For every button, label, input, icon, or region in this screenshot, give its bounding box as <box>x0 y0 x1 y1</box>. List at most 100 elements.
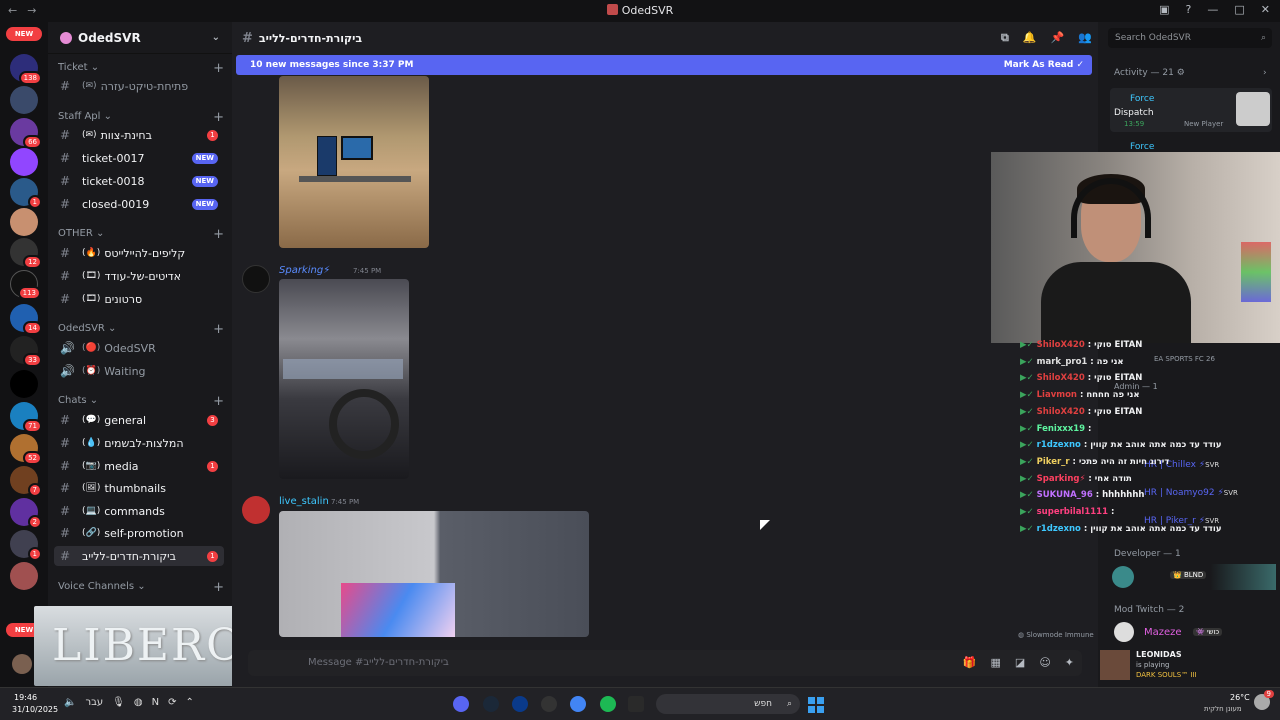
new-messages-bar[interactable]: 10 new messages since 3:37 PM Mark As Re… <box>236 55 1092 75</box>
threads-icon[interactable]: ⧉ <box>1001 31 1009 45</box>
sync-icon[interactable]: ⟳ <box>168 697 176 708</box>
category-chats[interactable]: Chats ⌄ + <box>58 394 224 409</box>
channel-clips[interactable]: # (🔥) קליפים-להיילייטס <box>54 243 224 263</box>
channel-general[interactable]: # (💬) general 3 <box>54 410 224 430</box>
maximize-button[interactable]: □ <box>1234 3 1244 16</box>
app-taskbar-icon[interactable] <box>512 696 528 712</box>
server-icon[interactable]: 12 <box>10 238 42 269</box>
channel-recommendations[interactable]: # (💧) המלצות-לבשמים <box>54 433 224 453</box>
apps-icon[interactable]: ✦ <box>1065 650 1074 676</box>
channel-videos[interactable]: # (🎞) סרטונים <box>54 289 224 309</box>
app-taskbar-icon[interactable] <box>541 696 557 712</box>
channel-edits[interactable]: # (🎞) אדיטים-של-עודד <box>54 266 224 286</box>
mic-icon[interactable]: 🎙 <box>112 697 125 708</box>
server-icon[interactable]: 7 <box>10 466 42 497</box>
inbox-icon[interactable]: ▣ <box>1159 3 1169 16</box>
gift-icon[interactable]: 🎁 <box>963 650 977 676</box>
speaker-icon[interactable]: 🔈 <box>64 697 76 708</box>
category-voice[interactable]: Voice Channels ⌄ + <box>58 580 224 595</box>
add-channel-icon[interactable]: + <box>213 394 224 409</box>
channel-commands[interactable]: # (💻) commands <box>54 501 224 521</box>
activity-header[interactable]: Activity — 21 ⚙ › <box>1114 68 1267 78</box>
add-channel-icon[interactable]: + <box>213 322 224 337</box>
twitch-server-icon[interactable] <box>10 148 38 176</box>
sticker-icon[interactable]: ◪ <box>1015 650 1025 676</box>
search-input[interactable]: Search OdedSVR ⌕ <box>1108 28 1272 48</box>
message-author[interactable]: Sparking⚡ <box>279 265 330 276</box>
members-icon[interactable]: 👥 <box>1078 31 1092 45</box>
attachment-video[interactable] <box>279 279 409 479</box>
attachment-image[interactable] <box>279 511 589 637</box>
notion-icon[interactable]: N <box>152 697 159 708</box>
new-pill[interactable]: NEW <box>6 27 42 41</box>
server-icon[interactable]: 14 <box>10 304 42 335</box>
channel-room-review[interactable]: # ביקורת-חדרים-ללייב 1 <box>54 546 224 566</box>
message-input[interactable]: Message #ביקורת-חדרים-ללייב 🎁 ▦ ◪ ☺ ✦ <box>248 650 1082 676</box>
category-odedsvr[interactable]: OdedSVR ⌄ + <box>58 322 224 337</box>
avatar[interactable] <box>242 496 270 524</box>
discord-taskbar-icon[interactable] <box>453 696 469 712</box>
add-channel-icon[interactable]: + <box>213 227 224 242</box>
voice-channel-odedsvr[interactable]: 🔊 (🔴) OdedSVR <box>54 338 224 358</box>
add-channel-icon[interactable]: + <box>213 110 224 125</box>
pin-icon[interactable]: 📌 <box>1051 31 1065 45</box>
server-icon[interactable]: 113 <box>10 270 41 300</box>
message-author[interactable]: live_stalin <box>279 496 329 507</box>
add-channel-icon[interactable]: + <box>213 580 224 595</box>
channel-team-review[interactable]: # (✉) בחינת-צוות 1 <box>54 125 224 145</box>
mod-member[interactable]: Mazeze <box>1144 627 1182 638</box>
channel-thumbnails[interactable]: # (🖼) thumbnails <box>54 478 224 498</box>
chat-text: : hhhhhhh <box>1092 490 1145 501</box>
add-channel-icon[interactable]: + <box>213 61 224 76</box>
weather-icon[interactable]: 9 <box>1254 690 1274 710</box>
emoji-icon[interactable]: ☺ <box>1039 650 1050 676</box>
attachment-image[interactable] <box>279 76 429 248</box>
server-icon[interactable]: 33 <box>10 336 42 367</box>
spotify-taskbar-icon[interactable] <box>600 696 616 712</box>
bell-icon[interactable]: 🔔 <box>1023 31 1037 45</box>
channel-ticket-open[interactable]: # (✉) פתיחת-טיקט-עזרה <box>54 76 224 96</box>
channel-ticket-0017[interactable]: # ticket-0017 NEW <box>54 148 224 168</box>
server-icon[interactable]: 1 <box>10 178 42 209</box>
category-ticket[interactable]: Ticket ⌄ + <box>58 61 224 76</box>
albion-server-icon[interactable] <box>10 370 38 398</box>
server-icon[interactable]: 52 <box>10 434 42 465</box>
channel-closed-0019[interactable]: # closed-0019 NEW <box>54 194 224 214</box>
category-other[interactable]: OTHER ⌄ + <box>58 227 224 242</box>
server-icon[interactable] <box>10 86 38 114</box>
network-icon[interactable]: ◍ <box>134 697 143 708</box>
gif-icon[interactable]: ▦ <box>991 650 1001 676</box>
server-icon[interactable]: 138 <box>10 54 42 85</box>
stream-chat-line: ▶✓ r1dzexno : עודד עד כמה אתה אוהב את קו… <box>1020 440 1222 450</box>
minimize-button[interactable]: — <box>1207 3 1218 16</box>
chevron-up-icon[interactable]: ⌃ <box>185 697 193 708</box>
channel-ticket-0018[interactable]: # ticket-0018 NEW <box>54 171 224 191</box>
user-avatar[interactable] <box>12 654 32 674</box>
developer-member[interactable]: 👑 BLND <box>1112 564 1276 590</box>
files-taskbar-icon[interactable] <box>628 696 644 712</box>
activity-card[interactable]: Force Dispatch 13:59 New Player <box>1110 88 1272 132</box>
avatar[interactable] <box>242 265 270 293</box>
server-header[interactable]: OdedSVR ⌄ <box>48 22 232 54</box>
steam-taskbar-icon[interactable] <box>483 696 499 712</box>
server-icon[interactable]: 2 <box>10 498 42 529</box>
mark-as-read-button[interactable]: Mark As Read ✓ <box>1004 55 1084 75</box>
member-hr2[interactable]: HR | Noamyo92 ⚡SVR <box>1144 488 1238 498</box>
category-staff[interactable]: Staff Apl ⌄ + <box>58 110 224 125</box>
voice-channel-waiting[interactable]: 🔊 (⏰) Waiting <box>54 361 224 381</box>
channel-self-promotion[interactable]: # (🔗) self-promotion <box>54 523 224 543</box>
server-icon[interactable]: 71 <box>10 402 42 433</box>
now-playing-card[interactable]: LEONIDAS is playing DARK SOULS™ III <box>1098 648 1280 684</box>
channel-media[interactable]: # (📷) media 1 <box>54 456 224 476</box>
help-icon[interactable]: ? <box>1186 3 1192 16</box>
windows-start-icon[interactable] <box>808 697 824 713</box>
server-icon[interactable]: 66 <box>10 118 42 149</box>
close-button[interactable]: ✕ <box>1261 3 1270 16</box>
server-icon[interactable] <box>10 208 38 236</box>
avatar[interactable] <box>1114 622 1134 642</box>
server-icon[interactable] <box>10 562 38 590</box>
server-icon[interactable]: 1 <box>10 530 42 561</box>
chrome-taskbar-icon[interactable] <box>570 696 586 712</box>
lang-indicator[interactable]: עבר <box>85 697 103 708</box>
taskbar-search[interactable]: חפש ⌕ <box>656 694 800 714</box>
